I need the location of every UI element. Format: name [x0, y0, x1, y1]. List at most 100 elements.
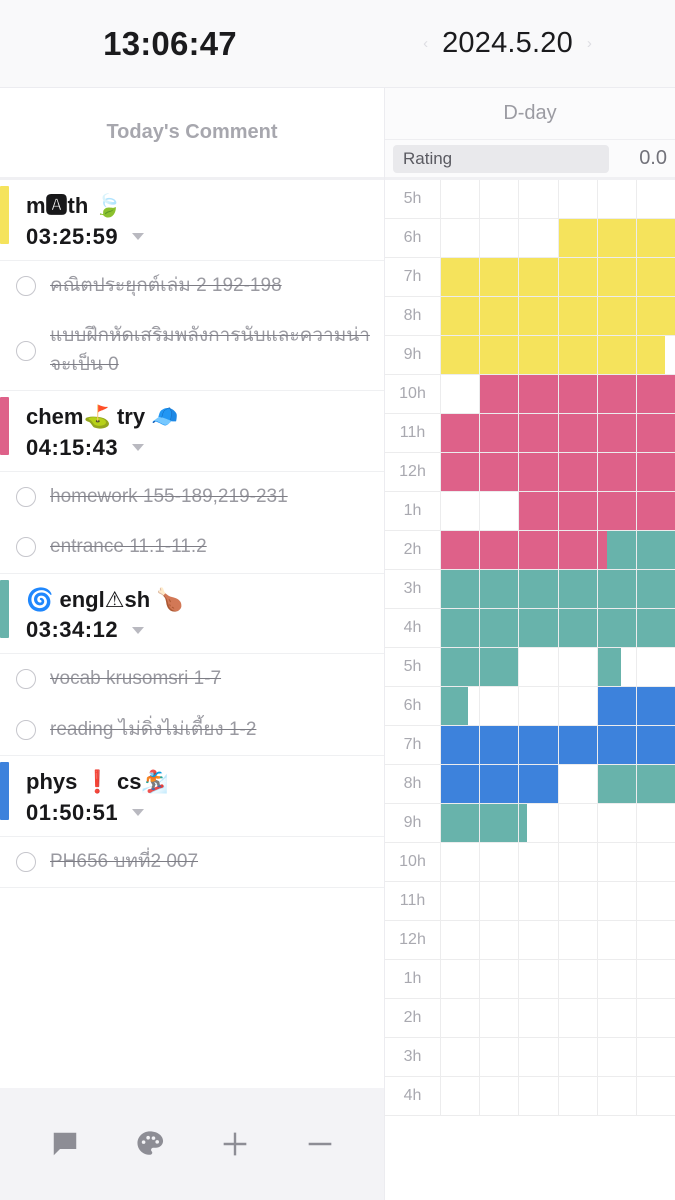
time-grid-cell[interactable] — [558, 960, 598, 998]
todo-checkbox-icon[interactable] — [16, 851, 36, 872]
time-grid-cell[interactable] — [519, 570, 559, 608]
time-grid-cell[interactable] — [636, 609, 675, 647]
time-grid-cell[interactable] — [597, 921, 637, 959]
time-grid-cell[interactable] — [558, 219, 598, 257]
time-grid-cell[interactable] — [441, 1038, 481, 1076]
time-grid-cell[interactable] — [480, 648, 520, 686]
time-grid-cell[interactable] — [480, 960, 520, 998]
time-grid-cell[interactable] — [441, 375, 481, 413]
time-grid-cell[interactable] — [597, 492, 637, 530]
time-grid-cell[interactable] — [441, 297, 481, 335]
time-grid-cell[interactable] — [441, 219, 481, 257]
time-grid-cell[interactable] — [558, 375, 598, 413]
time-grid-cell[interactable] — [480, 414, 520, 452]
time-grid-cell[interactable] — [480, 609, 520, 647]
time-grid-cell[interactable] — [636, 180, 675, 218]
time-grid-cell[interactable] — [441, 882, 481, 920]
time-grid-cell[interactable] — [597, 999, 637, 1037]
time-grid-cell[interactable] — [441, 1077, 481, 1115]
time-grid-cell[interactable] — [519, 219, 559, 257]
time-grid-cell[interactable] — [441, 648, 481, 686]
chevron-down-icon[interactable] — [132, 233, 145, 240]
time-grid-cell[interactable] — [441, 336, 481, 374]
time-grid-cell[interactable] — [558, 999, 598, 1037]
time-grid-cell[interactable] — [441, 804, 481, 842]
time-grid-cell[interactable] — [519, 1077, 559, 1115]
time-grid-cell[interactable] — [480, 999, 520, 1037]
rating-input[interactable]: Rating — [393, 144, 609, 173]
comment-icon[interactable] — [37, 1116, 93, 1172]
time-grid-cell[interactable] — [597, 648, 637, 686]
time-grid-cell[interactable] — [441, 765, 481, 803]
subject-timer-row[interactable]: 03:34:12 — [26, 617, 384, 643]
time-heatmap-grid[interactable]: 5h 6h 7h 8h 9h 10h 11h 12h 1h 2h 3h 4h 5h 6h 7h 8h 9h 10h… — [385, 180, 675, 1200]
time-grid-cell[interactable] — [636, 843, 675, 881]
time-grid-cell[interactable] — [480, 219, 520, 257]
time-grid-cell[interactable] — [519, 336, 559, 374]
time-grid-cell[interactable] — [519, 1038, 559, 1076]
minus-icon[interactable] — [292, 1116, 348, 1172]
time-grid-cell[interactable] — [597, 180, 637, 218]
time-grid-cell[interactable] — [558, 882, 598, 920]
time-grid-cell[interactable] — [597, 570, 637, 608]
time-grid-cell[interactable] — [519, 726, 559, 764]
todo-checkbox-icon[interactable] — [16, 340, 36, 361]
time-grid-cell[interactable] — [519, 297, 559, 335]
time-grid-cell[interactable] — [519, 258, 559, 296]
time-grid-cell[interactable] — [636, 258, 675, 296]
time-grid-cell[interactable] — [441, 609, 481, 647]
subject-task-list[interactable]: m🅰th 🍃 03:25:59 คณิตประยุกต์เล่ม 2 192-198… — [0, 180, 384, 1088]
time-grid-cell[interactable] — [558, 726, 598, 764]
time-grid-cell[interactable] — [558, 297, 598, 335]
next-day-icon[interactable]: › — [587, 36, 592, 51]
dday-header[interactable]: D-day — [385, 88, 675, 140]
time-grid-cell[interactable] — [597, 804, 637, 842]
time-grid-cell[interactable] — [558, 570, 598, 608]
time-grid-cell[interactable] — [519, 414, 559, 452]
plus-icon[interactable] — [207, 1116, 263, 1172]
time-grid-cell[interactable] — [636, 297, 675, 335]
time-grid-cell[interactable] — [480, 921, 520, 959]
time-grid-cell[interactable] — [519, 531, 559, 569]
palette-icon[interactable] — [122, 1116, 178, 1172]
time-grid-cell[interactable] — [480, 453, 520, 491]
todo-checkbox-icon[interactable] — [16, 537, 36, 558]
time-grid-cell[interactable] — [636, 726, 675, 764]
time-grid-cell[interactable] — [558, 258, 598, 296]
time-grid-cell[interactable] — [480, 531, 520, 569]
todo-checkbox-icon[interactable] — [16, 719, 36, 740]
time-grid-cell[interactable] — [480, 843, 520, 881]
time-grid-cell[interactable] — [597, 375, 637, 413]
todo-item[interactable]: คณิตประยุกต์เล่ม 2 192-198 — [0, 261, 384, 312]
time-grid-cell[interactable] — [558, 765, 598, 803]
time-grid-cell[interactable] — [597, 1038, 637, 1076]
time-grid-cell[interactable] — [558, 414, 598, 452]
time-grid-cell[interactable] — [558, 531, 598, 569]
time-grid-cell[interactable] — [597, 687, 637, 725]
time-grid-cell[interactable] — [597, 843, 637, 881]
time-grid-cell[interactable] — [480, 570, 520, 608]
subject-timer-row[interactable]: 01:50:51 — [26, 800, 384, 826]
time-grid-cell[interactable] — [636, 765, 675, 803]
time-grid-cell[interactable] — [441, 453, 481, 491]
time-grid-cell[interactable] — [480, 804, 520, 842]
time-grid-cell[interactable] — [636, 219, 675, 257]
time-grid-cell[interactable] — [441, 414, 481, 452]
time-grid-cell[interactable] — [519, 453, 559, 491]
time-grid-cell[interactable] — [519, 843, 559, 881]
time-grid-cell[interactable] — [636, 687, 675, 725]
time-grid-cell[interactable] — [441, 492, 481, 530]
time-grid-cell[interactable] — [636, 999, 675, 1037]
todo-item[interactable]: homework 155-189,219-231 — [0, 472, 384, 523]
time-grid-cell[interactable] — [519, 180, 559, 218]
time-grid-cell[interactable] — [480, 258, 520, 296]
subject-timer-row[interactable]: 03:25:59 — [26, 224, 384, 250]
todo-item[interactable]: แบบฝึกหัดเสริมพลังการนับและความน่าจะเป็น… — [0, 311, 384, 390]
time-grid-cell[interactable] — [558, 453, 598, 491]
time-grid-cell[interactable] — [597, 1077, 637, 1115]
time-grid-cell[interactable] — [636, 414, 675, 452]
time-grid-cell[interactable] — [558, 921, 598, 959]
time-grid-cell[interactable] — [441, 570, 481, 608]
time-grid-cell[interactable] — [441, 843, 481, 881]
time-grid-cell[interactable] — [597, 609, 637, 647]
